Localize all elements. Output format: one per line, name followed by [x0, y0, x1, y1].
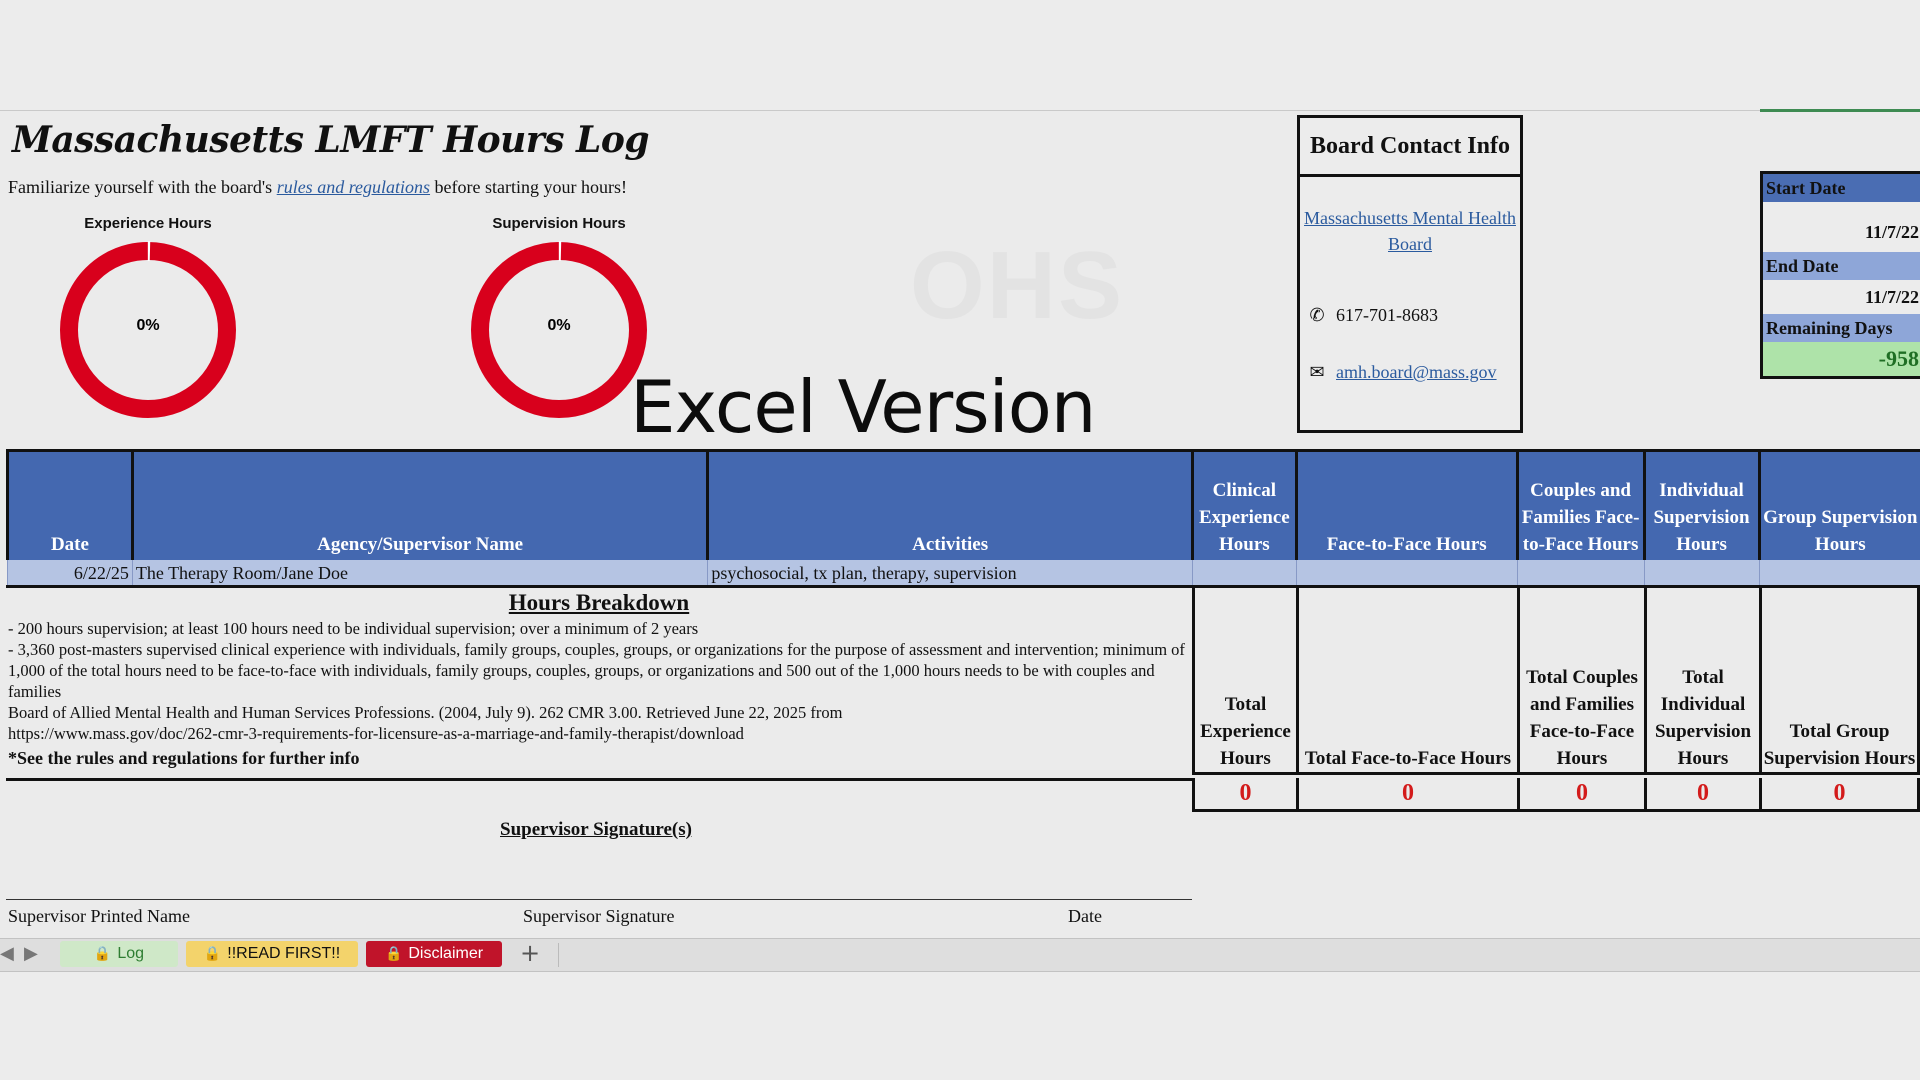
phone-number: 617-701-8683 [1336, 305, 1438, 325]
column-header[interactable]: Face-to-Face Hours [1294, 449, 1518, 560]
date-label: Date [1068, 906, 1102, 926]
cell-couples-families[interactable] [1516, 560, 1645, 586]
page-title: Massachusetts LMFT Hours Log [12, 119, 650, 161]
hours-breakdown: Hours Breakdown - 200 hours supervision;… [6, 585, 1192, 781]
board-link[interactable]: Massachusetts Mental Health Board [1300, 205, 1520, 257]
breakdown-line: - 3,360 post-masters supervised clinical… [8, 640, 1185, 701]
cell-agency[interactable]: The Therapy Room/Jane Doe [131, 560, 708, 586]
total-individual-label: Total Individual Supervision Hours [1644, 585, 1759, 775]
cell-group-supervision[interactable] [1758, 560, 1920, 586]
tab-divider [558, 943, 559, 967]
tab-log[interactable]: 🔒 Log [60, 941, 178, 967]
cell-activities[interactable]: psychosocial, tx plan, therapy, supervis… [707, 560, 1193, 586]
end-date-value[interactable]: 11/7/22 [1763, 280, 1920, 314]
start-date-label: Start Date [1763, 174, 1920, 202]
email-icon: ✉ [1309, 362, 1325, 383]
breakdown-heading: Hours Breakdown [508, 590, 690, 615]
email-row[interactable]: ✉ amh.board@mass.gov [1300, 362, 1520, 383]
signature-label: Supervisor Signature [523, 906, 675, 926]
gauge-percent: 0% [547, 317, 570, 334]
experience-gauge: Experience Hours 0% [53, 215, 243, 420]
tab-label: Log [117, 945, 145, 962]
tab-read-first[interactable]: 🔒 !!READ FIRST!! [186, 941, 358, 967]
tab-label: !!READ FIRST!! [227, 945, 341, 962]
end-date-label: End Date [1763, 252, 1920, 280]
gauge-percent: 0% [136, 317, 159, 334]
breakdown-note: *See the rules and regulations for furth… [8, 748, 360, 768]
hours-log-table: Date Agency/Supervisor Name Activities C… [6, 449, 1920, 586]
column-header[interactable]: Activities [706, 449, 1193, 560]
date-tracker: Start Date 11/7/22 End Date 11/7/22 Rema… [1760, 171, 1920, 379]
gauge-title: Supervision Hours [492, 215, 626, 232]
start-date-value[interactable]: 11/7/22 [1763, 202, 1920, 252]
cell-individual-supervision[interactable] [1643, 560, 1760, 586]
total-couples-label: Total Couples and Families Face-to-Face … [1517, 585, 1644, 775]
total-group-label: Total Group Supervision Hours [1759, 585, 1920, 775]
watermark: OHS [910, 232, 1125, 339]
contact-heading: Board Contact Info [1300, 118, 1520, 177]
total-face-to-face-value: 0 [1296, 778, 1517, 812]
add-sheet-icon[interactable]: + [520, 939, 540, 967]
lock-icon: 🔒 [384, 946, 403, 962]
total-experience-value: 0 [1192, 778, 1296, 812]
total-group-value: 0 [1759, 778, 1920, 812]
cell-face-to-face[interactable] [1295, 560, 1518, 586]
table-row: 6/22/25 The Therapy Room/Jane Doe psycho… [7, 560, 1920, 586]
scroll-right-icon[interactable]: ▶ [24, 943, 38, 964]
breakdown-line: Board of Allied Mental Health and Human … [8, 703, 843, 722]
cell-date[interactable]: 6/22/25 [7, 560, 133, 586]
column-header[interactable]: Clinical Experience Hours [1190, 449, 1297, 560]
lock-icon: 🔒 [203, 946, 222, 962]
spreadsheet-area: Massachusetts LMFT Hours Log Familiarize… [0, 109, 1920, 939]
excel-version-overlay: Excel Version [630, 365, 1096, 449]
lock-icon: 🔒 [93, 946, 112, 962]
intro-before: Familiarize yourself with the board's [8, 177, 277, 197]
board-contact-box: Board Contact Info Massachusetts Mental … [1297, 115, 1523, 433]
column-header[interactable]: Couples and Families Face-to-Face Hours [1515, 449, 1645, 560]
breakdown-line: https://www.mass.gov/doc/262-cmr-3-requi… [8, 724, 744, 743]
email-link[interactable]: amh.board@mass.gov [1336, 362, 1497, 383]
remaining-days-label: Remaining Days [1763, 314, 1920, 342]
breakdown-line: - 200 hours supervision; at least 100 ho… [8, 619, 699, 638]
tab-label: Disclaimer [408, 945, 484, 962]
donut-chart: 0% [59, 241, 237, 419]
intro-text: Familiarize yourself with the board's ru… [8, 177, 627, 198]
total-individual-value: 0 [1644, 778, 1759, 812]
sheet-tab-bar: ◀ ▶ 🔒 Log 🔒 !!READ FIRST!! 🔒 Disclaimer + [0, 938, 1920, 972]
phone-icon: ✆ [1309, 305, 1325, 326]
remaining-days-value: -958 [1763, 342, 1920, 376]
total-couples-value: 0 [1517, 778, 1644, 812]
phone-row: ✆ 617-701-8683 [1300, 305, 1520, 326]
rules-link[interactable]: rules and regulations [277, 177, 430, 197]
total-face-to-face-label: Total Face-to-Face Hours [1296, 585, 1517, 775]
column-header[interactable]: Agency/Supervisor Name [130, 449, 708, 560]
column-header[interactable]: Individual Supervision Hours [1642, 449, 1760, 560]
printed-name-label: Supervisor Printed Name [8, 906, 190, 926]
donut-chart: 0% [470, 241, 648, 419]
scroll-left-icon[interactable]: ◀ [0, 943, 14, 964]
cell-clinical-hours[interactable] [1191, 560, 1297, 586]
supervision-gauge: Supervision Hours 0% [464, 215, 654, 420]
table-header-row: Date Agency/Supervisor Name Activities C… [6, 449, 1920, 560]
column-header[interactable]: Group Supervision Hours [1757, 449, 1920, 560]
gauge-title: Experience Hours [84, 215, 212, 232]
signature-line [6, 899, 1192, 900]
tab-disclaimer[interactable]: 🔒 Disclaimer [366, 941, 502, 967]
signature-heading: Supervisor Signature(s) [500, 819, 692, 840]
intro-after: before starting your hours! [430, 177, 627, 197]
total-experience-label: Total Experience Hours [1192, 585, 1296, 775]
selection-indicator [1760, 109, 1920, 112]
column-header[interactable]: Date [6, 449, 133, 560]
